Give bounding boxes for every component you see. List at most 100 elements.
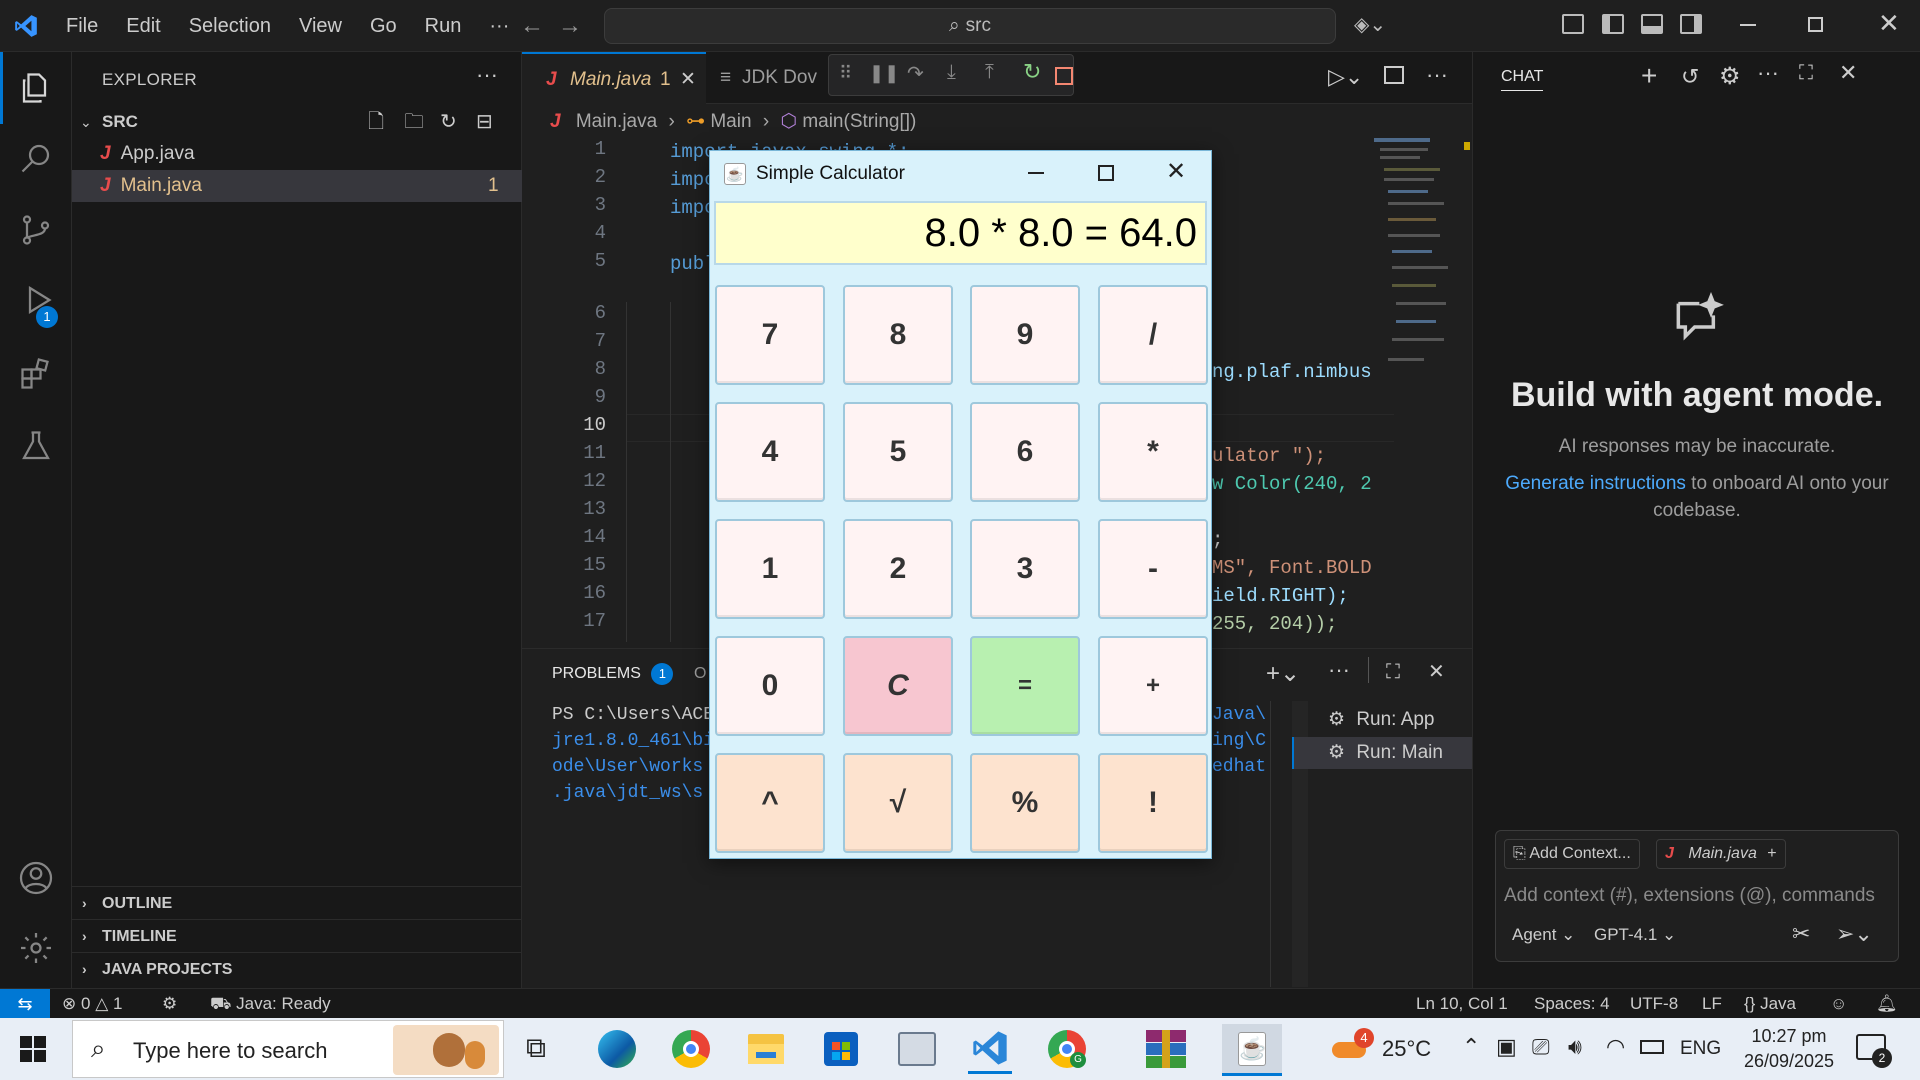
breadcrumb-method[interactable]: main(String[])	[802, 111, 916, 132]
calc-button-6[interactable]: 6	[970, 402, 1080, 502]
maximize-icon[interactable]: ⛶	[1799, 62, 1813, 85]
calc-button-4[interactable]: 4	[715, 402, 825, 502]
section-outline[interactable]: › OUTLINE	[72, 886, 522, 919]
code-line[interactable]: ield.RIGHT);	[1212, 582, 1349, 610]
run-session-app[interactable]: ⚙ Run: App	[1292, 704, 1472, 736]
model-dropdown[interactable]: GPT-4.1 ⌄	[1594, 925, 1676, 945]
tab-jdk[interactable]: ≡ JDK Dov	[706, 52, 846, 104]
new-chat-icon[interactable]: +	[1641, 60, 1657, 92]
chrome-profile-icon[interactable]: G	[1048, 1030, 1086, 1068]
calc-button-subtract[interactable]: -	[1098, 519, 1208, 619]
winrar-icon[interactable]	[1146, 1030, 1186, 1068]
account-icon[interactable]	[18, 860, 54, 896]
minimize-window-icon[interactable]	[1740, 24, 1756, 26]
explorer-more-icon[interactable]: ···	[476, 62, 498, 88]
edge-browser-icon[interactable]	[598, 1030, 636, 1068]
calc-button-divide[interactable]: /	[1098, 285, 1208, 385]
volume-icon[interactable]: 🔊︎	[1568, 1034, 1582, 1060]
breadcrumb-class[interactable]: Main	[710, 111, 751, 132]
menu-view[interactable]: View	[285, 0, 356, 52]
file-row-app[interactable]: J App.java	[72, 138, 522, 170]
language-mode[interactable]: {} Java	[1744, 989, 1796, 1019]
taskbar-search-box[interactable]: ⌕ Type here to search	[72, 1020, 504, 1078]
mode-dropdown[interactable]: Agent ⌄	[1512, 925, 1575, 945]
battery-icon[interactable]	[1640, 1040, 1664, 1054]
folder-src[interactable]: ⌄ SRC 🗋 🗀 ↻ ⊟	[72, 106, 522, 138]
calc-button-0[interactable]: 0	[715, 636, 825, 736]
file-explorer-icon[interactable]	[748, 1034, 784, 1064]
calc-button-equals[interactable]: =	[970, 636, 1080, 736]
meet-now-icon[interactable]: ⎚	[1532, 1034, 1550, 1060]
settings-gear-icon[interactable]: ⚙	[1719, 62, 1741, 91]
copilot-status-icon[interactable]: ☺	[1830, 989, 1847, 1019]
indentation[interactable]: Spaces: 4	[1534, 989, 1610, 1019]
problems-status[interactable]: ⊗ 0 △ 1	[62, 989, 122, 1019]
menu-file[interactable]: File	[52, 0, 112, 52]
forward-arrow-icon[interactable]: →	[558, 12, 582, 40]
windows-start-icon[interactable]	[20, 1036, 46, 1062]
search-icon[interactable]	[18, 140, 54, 176]
tab-output[interactable]: O	[694, 665, 706, 683]
new-file-icon[interactable]: 🗋	[368, 106, 384, 138]
input-language[interactable]: ENG	[1680, 1038, 1721, 1060]
customize-layout-icon[interactable]	[1562, 14, 1584, 34]
menu-more[interactable]: ···	[475, 0, 523, 52]
maximize-icon[interactable]	[1098, 165, 1114, 181]
settings-gear-icon[interactable]	[18, 930, 54, 966]
remote-indicator-icon[interactable]: ⇆	[0, 989, 50, 1019]
section-java-projects[interactable]: › JAVA PROJECTS	[72, 952, 522, 985]
calc-button-factorial[interactable]: !	[1098, 753, 1208, 853]
close-panel-icon[interactable]: ✕	[1428, 659, 1445, 684]
code-line[interactable]: ulator ");	[1212, 442, 1326, 470]
calc-button-5[interactable]: 5	[843, 402, 953, 502]
restart-icon[interactable]: ↻	[1023, 59, 1041, 85]
calculator-title-bar[interactable]: ☕ Simple Calculator ✕	[710, 151, 1211, 197]
toggle-panel-icon[interactable]	[1641, 14, 1663, 34]
code-line[interactable]: w Color(240, 2	[1212, 470, 1372, 498]
calc-button-1[interactable]: 1	[715, 519, 825, 619]
close-tab-icon[interactable]: ✕	[680, 54, 696, 106]
vscode-taskbar-icon[interactable]	[968, 1026, 1012, 1074]
weather-icon[interactable]: 4	[1330, 1028, 1374, 1068]
code-line[interactable]: MS", Font.BOLD	[1212, 554, 1372, 582]
run-session-main[interactable]: ⚙ Run: Main	[1292, 737, 1472, 769]
menu-selection[interactable]: Selection	[175, 0, 285, 52]
source-control-icon[interactable]	[18, 212, 54, 248]
toggle-sidebar-icon[interactable]	[1602, 14, 1624, 34]
notifications-bell-icon[interactable]: 🔔︎	[1876, 989, 1898, 1019]
back-arrow-icon[interactable]: ←	[520, 12, 544, 40]
close-window-icon[interactable]: ✕	[1878, 8, 1900, 39]
calc-button-7[interactable]: 7	[715, 285, 825, 385]
weather-temp[interactable]: 25°C	[1382, 1036, 1431, 1062]
calc-button-9[interactable]: 9	[970, 285, 1080, 385]
maximize-panel-icon[interactable]: ⛶	[1386, 661, 1400, 684]
editor-more-icon[interactable]: ···	[1426, 62, 1448, 88]
step-into-icon[interactable]: ⤓	[947, 61, 956, 84]
history-icon[interactable]: ↺	[1681, 64, 1699, 90]
command-center-search[interactable]: ⌕ src	[604, 8, 1336, 44]
cursor-position[interactable]: Ln 10, Col 1	[1416, 989, 1508, 1019]
calc-button-multiply[interactable]: *	[1098, 402, 1208, 502]
microsoft-store-icon[interactable]	[824, 1032, 858, 1066]
calc-button-sqrt[interactable]: √	[843, 753, 953, 853]
tab-problems[interactable]: PROBLEMS 1	[552, 663, 674, 685]
calc-button-add[interactable]: +	[1098, 636, 1208, 736]
section-timeline[interactable]: › TIMELINE	[72, 919, 522, 952]
new-terminal-icon[interactable]: +⌄	[1266, 659, 1300, 688]
clock[interactable]: 10:27 pm 26/09/2025	[1736, 1024, 1842, 1074]
new-folder-icon[interactable]: 🗀	[404, 106, 424, 138]
pause-icon[interactable]: ❚❚	[869, 63, 899, 84]
code-line[interactable]: 255, 204));	[1212, 610, 1337, 638]
minimize-icon[interactable]	[1028, 172, 1044, 174]
calc-button-power[interactable]: ^	[715, 753, 825, 853]
context-file-chip[interactable]: J Main.java +	[1656, 839, 1786, 869]
extensions-icon[interactable]	[18, 356, 54, 392]
menu-run[interactable]: Run	[411, 0, 476, 52]
collapse-all-icon[interactable]: ⊟	[476, 106, 493, 138]
split-editor-icon[interactable]	[1384, 66, 1404, 84]
calc-button-8[interactable]: 8	[843, 285, 953, 385]
chevron-up-icon[interactable]: ⌃	[1462, 1034, 1480, 1060]
stop-icon[interactable]	[1055, 67, 1073, 85]
menu-go[interactable]: Go	[356, 0, 411, 52]
close-icon[interactable]: ✕	[1166, 157, 1186, 186]
